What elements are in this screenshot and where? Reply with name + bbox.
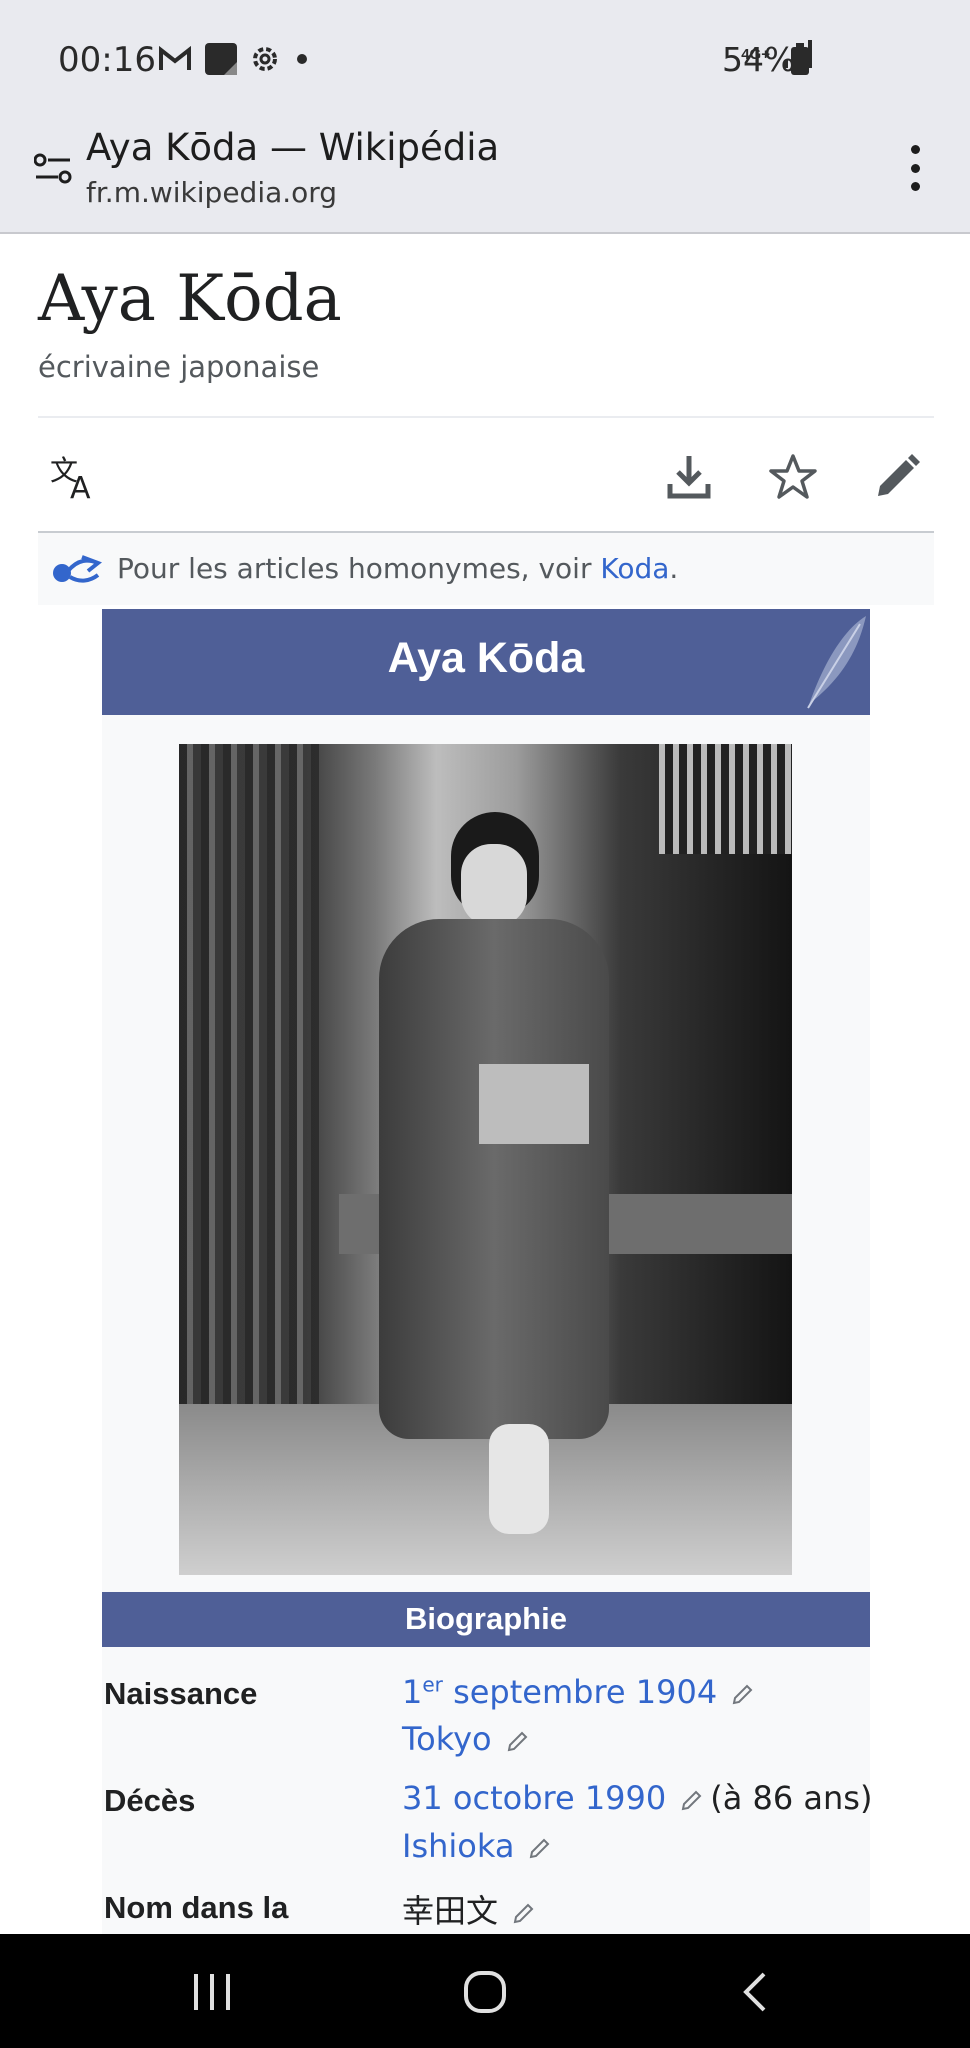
edit-pencil-icon[interactable] — [506, 1729, 530, 1753]
hatnote-suffix: . — [669, 552, 679, 585]
status-time: 00:16 — [58, 40, 156, 80]
site-settings-icon[interactable] — [34, 152, 72, 186]
edit-pencil-icon[interactable] — [512, 1901, 536, 1925]
disambiguation-icon — [53, 555, 102, 583]
recent-apps-icon[interactable] — [190, 1972, 234, 2012]
browser-page-title[interactable]: Aya Kōda — Wikipédia — [86, 126, 499, 169]
edit-pencil-icon[interactable] — [872, 452, 922, 502]
birth-date: 1er septembre 1904 — [402, 1672, 755, 1711]
hatnote-prefix: Pour les articles homonymes, voir — [117, 552, 601, 585]
edit-pencil-icon[interactable] — [528, 1836, 552, 1860]
biography-title: Biographie — [405, 1601, 567, 1636]
article-title: Aya Kōda — [38, 262, 342, 336]
death-place: Ishioka — [402, 1827, 552, 1865]
battery-icon — [791, 43, 809, 75]
death-date-link[interactable]: 31 octobre 1990 — [402, 1779, 666, 1817]
svg-text:A: A — [70, 471, 91, 502]
notes-icon — [205, 43, 237, 75]
browser-url[interactable]: fr.m.wikipedia.org — [86, 176, 337, 209]
settings-icon — [253, 47, 277, 71]
back-icon[interactable] — [740, 1970, 770, 2014]
birth-place-link[interactable]: Tokyo — [402, 1720, 492, 1758]
edit-pencil-icon[interactable] — [731, 1682, 755, 1706]
battery-level: 54% — [722, 40, 796, 79]
native-name: 幸田文 — [402, 1886, 536, 1932]
birth-label: Naissance — [104, 1676, 258, 1711]
native-name-text: 幸田文 — [402, 1892, 499, 1930]
birth-place: Tokyo — [402, 1720, 530, 1758]
feather-icon — [807, 616, 866, 709]
death-date: 31 octobre 1990 (à 86 ans) — [402, 1779, 872, 1817]
article-description: écrivaine japonaise — [38, 350, 320, 384]
death-age: (à 86 ans) — [710, 1779, 873, 1817]
hatnote-link-koda[interactable]: Koda — [600, 552, 669, 585]
edit-pencil-icon[interactable] — [680, 1788, 704, 1812]
hatnote-text: Pour les articles homonymes, voir Koda. — [117, 552, 678, 585]
download-icon[interactable] — [664, 452, 714, 502]
infobox-title: Aya Kōda — [387, 634, 585, 682]
divider — [38, 416, 934, 418]
portrait-photo[interactable] — [179, 744, 792, 1575]
death-label: Décès — [104, 1783, 196, 1818]
gmail-icon — [159, 46, 191, 70]
system-navigation-bar — [0, 1934, 970, 2048]
notification-icons — [158, 42, 312, 76]
dot-icon — [297, 54, 307, 64]
death-place-link[interactable]: Ishioka — [402, 1827, 514, 1865]
language-icon[interactable]: 文 A — [50, 452, 100, 502]
birth-date-link[interactable]: 1er septembre 1904 — [402, 1672, 717, 1711]
native-name-label: Nom dans la — [104, 1890, 289, 1925]
browser-menu-button[interactable] — [905, 145, 925, 191]
home-icon[interactable] — [462, 1970, 508, 2014]
watch-star-icon[interactable] — [768, 452, 818, 502]
